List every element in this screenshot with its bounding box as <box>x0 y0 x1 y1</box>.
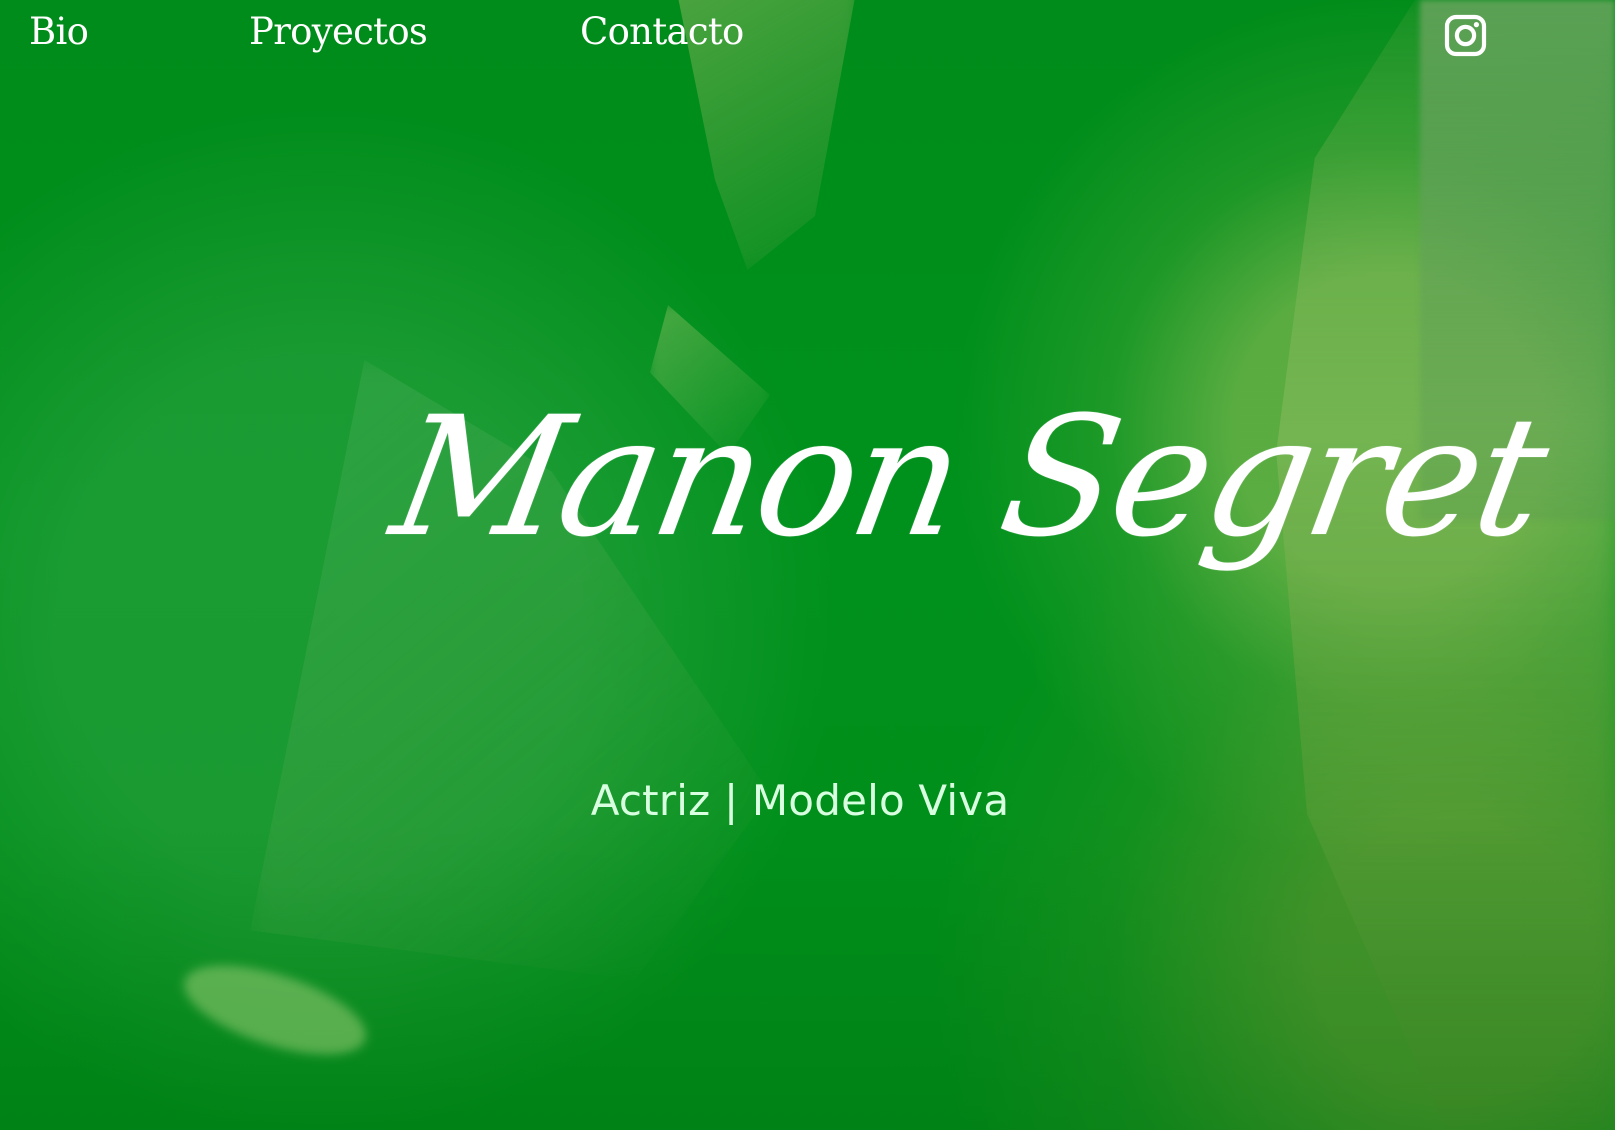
top-navigation: Bio Proyectos Contacto <box>0 0 1615 80</box>
nav-link-projects[interactable]: Proyectos <box>249 13 428 50</box>
hero-section: Bio Proyectos Contacto Manon Segret Actr… <box>0 0 1615 1130</box>
instagram-icon <box>1444 14 1487 57</box>
nav-link-contact[interactable]: Contacto <box>580 13 744 50</box>
hero-name: Manon Segret <box>380 381 1558 573</box>
instagram-button[interactable] <box>1443 13 1488 58</box>
nav-link-bio[interactable]: Bio <box>29 13 89 50</box>
hero-subtitle: Actriz | Modelo Viva <box>590 776 1010 825</box>
